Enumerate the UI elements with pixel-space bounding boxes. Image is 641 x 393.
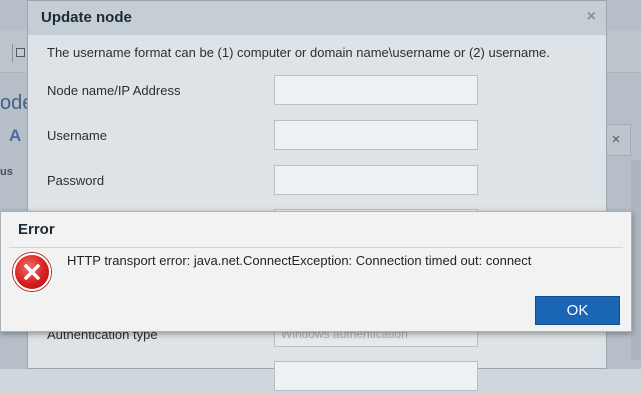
bottom-field-input[interactable]	[274, 361, 478, 391]
username-row: Username	[47, 120, 587, 152]
ok-button[interactable]: OK	[535, 296, 620, 325]
close-icon[interactable]: ×	[587, 8, 596, 26]
update-node-titlebar: Update node ×	[28, 1, 606, 35]
node-label: Node name/IP Address	[47, 83, 181, 98]
bottom-row	[47, 361, 587, 393]
password-input[interactable]	[274, 165, 478, 195]
update-node-title: Update node	[41, 9, 132, 26]
error-dialog: Error HTTP transport error: java.net.Con…	[0, 211, 632, 332]
error-title: Error	[18, 221, 55, 238]
password-row: Password	[47, 165, 587, 197]
error-message: HTTP transport error: java.net.ConnectEx…	[67, 253, 532, 268]
username-label: Username	[47, 128, 107, 143]
password-label: Password	[47, 173, 105, 188]
error-titlebar: Error	[9, 212, 623, 248]
node-row: Node name/IP Address	[47, 75, 587, 107]
username-format-hint: The username format can be (1) computer …	[47, 45, 550, 60]
node-input[interactable]	[274, 75, 478, 105]
error-icon	[13, 253, 51, 291]
username-input[interactable]	[274, 120, 478, 150]
